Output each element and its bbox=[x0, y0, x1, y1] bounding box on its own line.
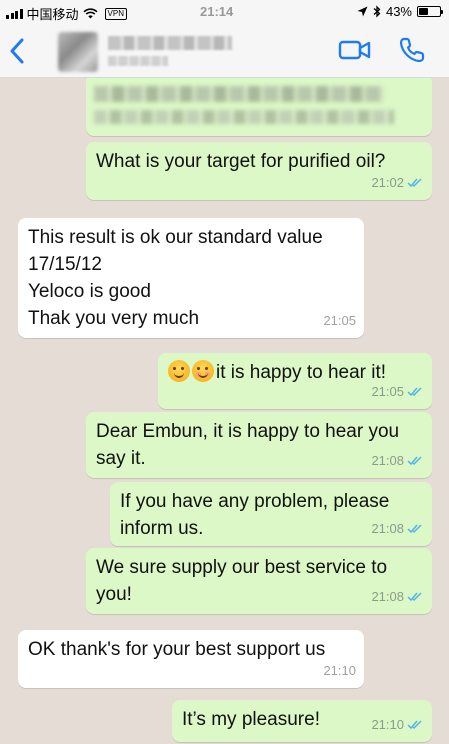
message-meta: 21:08 bbox=[371, 583, 424, 610]
carrier-label: 中国移动 bbox=[26, 7, 79, 22]
message-outgoing[interactable]: What is your target for purified oil? 21… bbox=[86, 142, 432, 200]
location-arrow-icon bbox=[357, 6, 368, 17]
double-check-icon bbox=[407, 456, 422, 466]
status-bar: 中国移动 VPN 21:14 43% bbox=[0, 0, 449, 24]
double-check-icon bbox=[407, 178, 422, 188]
message-meta: 21:10 bbox=[371, 711, 424, 738]
message-time: 21:05 bbox=[323, 313, 356, 328]
contact-status-redacted bbox=[108, 56, 168, 66]
message-time: 21:08 bbox=[371, 521, 404, 536]
message-outgoing[interactable]: It’s my pleasure! 21:10 bbox=[172, 700, 432, 742]
chat-header bbox=[0, 24, 449, 78]
message-redacted[interactable] bbox=[86, 78, 432, 136]
message-outgoing[interactable]: We sure supply our best service to you! … bbox=[86, 548, 432, 614]
double-check-icon bbox=[407, 720, 422, 730]
contact-name-redacted[interactable] bbox=[108, 36, 232, 50]
message-time: 21:10 bbox=[371, 717, 404, 732]
blush-emoji-icon bbox=[192, 360, 214, 382]
message-incoming[interactable]: OK thank's for your best support us 21:1… bbox=[18, 630, 364, 688]
message-meta: 21:02 bbox=[371, 169, 424, 196]
message-time: 21:08 bbox=[371, 589, 404, 604]
phone-icon[interactable] bbox=[398, 36, 426, 64]
message-incoming[interactable]: This result is ok our standard value 17/… bbox=[18, 218, 364, 338]
battery-icon bbox=[417, 6, 443, 17]
status-time: 21:14 bbox=[200, 4, 234, 19]
message-line: We sure supply our best service to bbox=[96, 557, 388, 578]
status-right: 43% bbox=[357, 4, 443, 19]
chat-area[interactable]: What is your target for purified oil? 21… bbox=[0, 78, 449, 744]
vpn-badge: VPN bbox=[104, 7, 127, 20]
avatar[interactable] bbox=[58, 32, 98, 72]
message-time: 21:10 bbox=[323, 663, 356, 678]
smile-emoji-icon bbox=[168, 360, 190, 382]
message-outgoing[interactable]: If you have any problem, please inform u… bbox=[110, 482, 432, 546]
message-text: OK thank's for your best support us bbox=[28, 639, 326, 660]
message-meta: 21:08 bbox=[371, 515, 424, 542]
message-line: Thak you very much bbox=[28, 308, 200, 329]
double-check-icon bbox=[407, 387, 422, 397]
message-outgoing[interactable]: Dear Embun, it is happy to hear you say … bbox=[86, 412, 432, 478]
signal-icon bbox=[6, 8, 23, 19]
message-line: 17/15/12 bbox=[28, 254, 102, 275]
message-meta: 21:08 bbox=[371, 447, 424, 474]
battery-percent: 43% bbox=[385, 4, 412, 19]
message-line: This result is ok our standard value bbox=[28, 227, 323, 248]
message-meta: 21:05 bbox=[371, 378, 424, 405]
message-line: Yeloco is good bbox=[28, 281, 151, 302]
message-meta: 21:05 bbox=[323, 307, 356, 334]
message-meta: 21:10 bbox=[323, 657, 356, 684]
chevron-left-icon[interactable] bbox=[6, 36, 28, 66]
video-call-icon[interactable] bbox=[338, 38, 372, 62]
wifi-icon bbox=[82, 8, 98, 19]
message-outgoing[interactable]: it is happy to hear it! 21:05 bbox=[158, 353, 432, 409]
double-check-icon bbox=[407, 592, 422, 602]
bluetooth-icon bbox=[373, 5, 381, 18]
message-time: 21:05 bbox=[371, 384, 404, 399]
double-check-icon bbox=[407, 524, 422, 534]
battery-level bbox=[419, 8, 428, 15]
message-time: 21:02 bbox=[371, 175, 404, 190]
message-text: it is happy to hear it! bbox=[216, 362, 387, 383]
message-time: 21:08 bbox=[371, 453, 404, 468]
message-line: Dear Embun, it is happy to hear you bbox=[96, 421, 400, 442]
message-line: If you have any problem, please bbox=[120, 491, 390, 512]
status-left: 中国移动 VPN bbox=[6, 4, 127, 23]
